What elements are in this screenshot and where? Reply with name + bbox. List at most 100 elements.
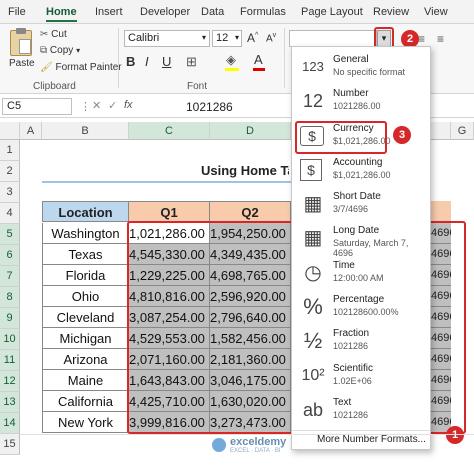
paste-button[interactable]: Paste xyxy=(9,58,35,69)
tab-formulas[interactable]: Formulas xyxy=(240,6,286,18)
row-header[interactable]: 7 xyxy=(0,266,20,287)
column-header-d[interactable]: D xyxy=(210,122,291,140)
row-header[interactable]: 13 xyxy=(0,392,20,413)
row-header[interactable]: 2 xyxy=(0,161,20,182)
decrease-font-icon[interactable]: Av xyxy=(266,32,276,44)
tab-data[interactable]: Data xyxy=(201,6,224,18)
row-header[interactable]: 3 xyxy=(0,182,20,203)
cell-location[interactable]: Arizona xyxy=(42,349,129,370)
chevron-down-icon: ▾ xyxy=(234,33,239,42)
borders-icon[interactable]: ⊞ xyxy=(186,54,197,70)
cell-location[interactable]: California xyxy=(42,391,129,412)
text-icon: ab xyxy=(302,400,324,420)
column-header-g[interactable]: G xyxy=(451,122,474,140)
format-example: 1021286.00 xyxy=(333,101,381,111)
row-header[interactable]: 8 xyxy=(0,287,20,308)
format-number[interactable]: 12 Number 1021286.00 xyxy=(292,85,430,119)
cell-location[interactable]: Michigan xyxy=(42,328,129,349)
tab-developer[interactable]: Developer xyxy=(140,6,190,18)
row-header[interactable]: 5 xyxy=(0,224,20,245)
format-example: 12:00:00 AM xyxy=(333,273,384,283)
cut-button[interactable]: ✂ Cut xyxy=(40,29,67,40)
fx-label[interactable]: fx xyxy=(124,99,133,111)
scissors-icon: ✂ xyxy=(40,29,49,40)
bold-button[interactable]: B xyxy=(126,54,135,69)
cancel-icon[interactable]: ✕ xyxy=(92,99,101,112)
chevron-down-icon: ▾ xyxy=(76,46,81,55)
font-size-value: 12 xyxy=(216,32,229,44)
menu-divider xyxy=(292,430,430,431)
row-header[interactable]: 1 xyxy=(0,140,20,161)
select-all-corner[interactable] xyxy=(0,122,20,140)
format-example: 3/7/4696 xyxy=(333,204,369,214)
align-icon[interactable]: ≡ xyxy=(437,32,444,46)
cell-location[interactable]: Washington xyxy=(42,223,129,244)
exceldemy-watermark: exceldemy EXCEL · DATA · BI xyxy=(212,436,292,456)
row-header[interactable]: 14 xyxy=(0,413,20,434)
cell-location[interactable]: New York xyxy=(42,412,129,433)
cut-label: Cut xyxy=(51,29,67,40)
format-time[interactable]: ◷ Time 12:00:00 AM xyxy=(292,257,430,291)
increase-font-icon[interactable]: A^ xyxy=(247,31,258,45)
format-scientific[interactable]: 10² Scientific 1.02E+06 xyxy=(292,360,430,394)
row-header[interactable]: 15 xyxy=(0,434,20,455)
enter-icon[interactable]: ✓ xyxy=(108,99,117,112)
tab-file[interactable]: File xyxy=(8,6,26,18)
fill-color-icon[interactable]: ◈ xyxy=(226,52,236,68)
format-text[interactable]: ab Text 1021286 xyxy=(292,394,430,428)
exceldemy-logo-icon xyxy=(212,438,226,452)
format-example: No specific format xyxy=(333,67,406,77)
grid-bottom-row xyxy=(20,434,474,435)
format-general[interactable]: 123 General No specific format xyxy=(292,51,430,85)
ribbon-tab-bar: File Home Insert Developer Data Formulas… xyxy=(0,0,474,24)
underline-button[interactable]: U xyxy=(162,54,171,69)
format-name: Percentage xyxy=(333,294,385,305)
row-header[interactable]: 4 xyxy=(0,203,20,224)
format-name: General xyxy=(333,54,369,65)
row-header[interactable]: 9 xyxy=(0,308,20,329)
row-header[interactable]: 11 xyxy=(0,350,20,371)
tab-home[interactable]: Home xyxy=(46,6,77,22)
format-short-date[interactable]: ▦ Short Date 3/7/4696 xyxy=(292,188,430,222)
format-long-date[interactable]: ▦ Long Date Saturday, March 7, 4696 xyxy=(292,222,430,258)
font-name-select[interactable]: Calibri ▾ xyxy=(124,30,210,47)
format-percentage[interactable]: % Percentage 102128600.00% xyxy=(292,291,430,325)
partial-column-f-header xyxy=(431,201,451,222)
number-format-select[interactable] xyxy=(289,30,377,47)
formula-input[interactable]: 1021286 xyxy=(186,100,233,114)
copy-button[interactable]: ⧉ Copy ▾ xyxy=(40,45,80,56)
column-header-a[interactable]: A xyxy=(20,122,42,140)
cell-location[interactable]: Ohio xyxy=(42,286,129,307)
ribbon-separator xyxy=(118,28,119,88)
wrap-text-icon[interactable]: ≡ xyxy=(418,32,425,46)
tab-insert[interactable]: Insert xyxy=(95,6,123,18)
name-box[interactable]: C5 xyxy=(2,98,72,115)
tab-page-layout[interactable]: Page Layout xyxy=(301,6,363,18)
paste-icon[interactable] xyxy=(10,28,32,56)
italic-button[interactable]: I xyxy=(145,54,149,69)
column-header-b[interactable]: B xyxy=(42,122,129,140)
row-header[interactable]: 6 xyxy=(0,245,20,266)
tab-review[interactable]: Review xyxy=(373,6,409,18)
scientific-icon: 10² xyxy=(301,367,325,384)
row-header[interactable]: 12 xyxy=(0,371,20,392)
format-painter-button[interactable]: 🖌 Format Painter xyxy=(40,62,122,73)
percent-icon: % xyxy=(303,294,323,319)
accounting-icon: $ xyxy=(300,159,322,181)
cell-location[interactable]: Cleveland xyxy=(42,307,129,328)
more-number-formats-link[interactable]: More Number Formats... xyxy=(317,434,426,445)
cell-location[interactable]: Texas xyxy=(42,244,129,265)
tab-view[interactable]: View xyxy=(424,6,448,18)
format-name: Text xyxy=(333,397,352,408)
cell-location[interactable]: Maine xyxy=(42,370,129,391)
font-color-icon[interactable]: A xyxy=(254,52,263,67)
cell-location[interactable]: Florida xyxy=(42,265,129,286)
number-icon: 12 xyxy=(302,91,324,111)
column-header-c[interactable]: C xyxy=(129,122,210,140)
format-fraction[interactable]: ½ Fraction 1021286 xyxy=(292,325,430,359)
font-size-select[interactable]: 12 ▾ xyxy=(212,30,242,47)
format-example: 1021286 xyxy=(333,341,369,351)
row-header[interactable]: 10 xyxy=(0,329,20,350)
format-accounting[interactable]: $ Accounting $1,021,286.00 xyxy=(292,154,430,188)
format-example: 102128600.00% xyxy=(333,307,399,317)
